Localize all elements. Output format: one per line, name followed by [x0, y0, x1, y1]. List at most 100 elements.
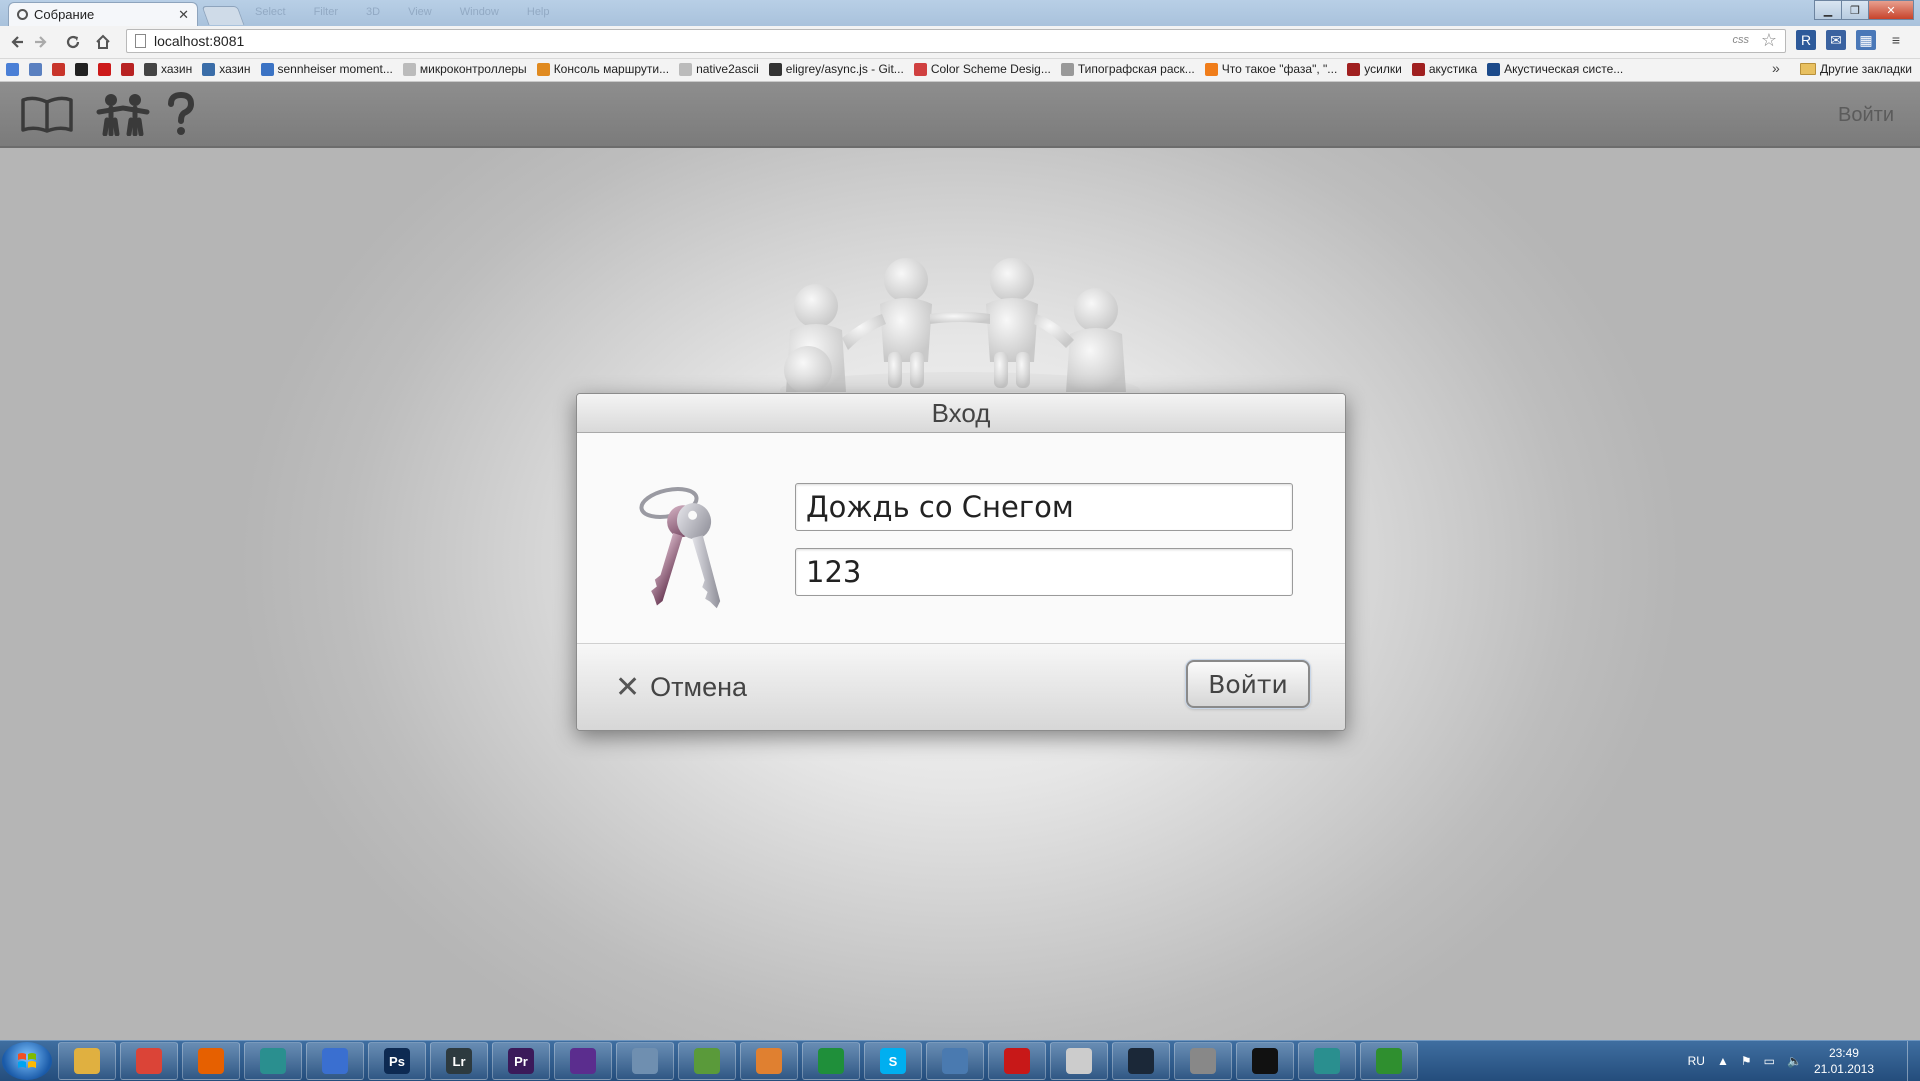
link-icon — [144, 62, 157, 76]
extension-icons: R ✉ ▦ ≡ — [1796, 30, 1906, 50]
cancel-button[interactable]: ✕ Отмена — [615, 670, 747, 705]
google-icon — [6, 62, 19, 76]
bookmark-label: sennheiser moment... — [277, 62, 393, 76]
f-icon — [1411, 62, 1425, 76]
back-button[interactable] — [6, 31, 28, 53]
question-icon[interactable] — [166, 92, 196, 136]
taskbar-app-button[interactable] — [120, 1042, 178, 1080]
taskbar-app-button[interactable] — [926, 1042, 984, 1080]
username-input[interactable] — [795, 483, 1293, 531]
ghost-menu-item: Select — [255, 6, 286, 18]
taskbar-app-button[interactable] — [988, 1042, 1046, 1080]
more-bookmarks-chevron-icon[interactable]: » — [1772, 60, 1780, 76]
cancel-label: Отмена — [650, 672, 748, 702]
windows-live-icon — [756, 1048, 782, 1074]
header-login-link[interactable]: Войти — [1838, 104, 1894, 127]
mail-icon[interactable]: ✉ — [1826, 30, 1846, 50]
taskbar-app-button[interactable] — [182, 1042, 240, 1080]
taskbar-app-button[interactable] — [678, 1042, 736, 1080]
clock[interactable]: 23:49 21.01.2013 — [1814, 1045, 1874, 1077]
loading-icon — [17, 9, 28, 20]
flag-icon[interactable]: ⚑ — [1741, 1054, 1752, 1068]
bookmark-item[interactable] — [29, 62, 42, 76]
bookmark-item[interactable]: Консоль маршрути... — [536, 62, 669, 76]
bookmark-star-icon[interactable]: ☆ — [1761, 30, 1777, 51]
bookmark-item[interactable] — [98, 62, 111, 76]
bookmark-item[interactable]: усилки — [1347, 62, 1402, 76]
login-button[interactable]: Войти — [1186, 660, 1310, 708]
tray-expand-icon[interactable]: ▲ — [1717, 1054, 1729, 1068]
taskbar-app-button[interactable] — [554, 1042, 612, 1080]
r-extension-icon[interactable]: R — [1796, 30, 1816, 50]
taskbar-app-button[interactable] — [1236, 1042, 1294, 1080]
login-dialog: Вход ✕ — [576, 393, 1346, 731]
bookmark-item[interactable]: eligrey/async.js - Git... — [768, 62, 904, 76]
disk-icon — [632, 1048, 658, 1074]
volume-icon[interactable]: 🔈 — [1787, 1054, 1802, 1068]
taskbar-app-button[interactable]: Lr — [430, 1042, 488, 1080]
bookmark-item[interactable]: sennheiser moment... — [260, 62, 393, 76]
bookmark-item[interactable]: Color Scheme Desig... — [913, 62, 1051, 76]
new-tab-button[interactable] — [201, 6, 245, 25]
bookmark-item[interactable]: акустика — [1411, 62, 1477, 76]
window-close-button[interactable]: ✕ — [1868, 0, 1914, 20]
maximize-button[interactable]: ❐ — [1841, 0, 1869, 20]
forward-button[interactable] — [30, 31, 52, 53]
menu-icon[interactable]: ≡ — [1886, 30, 1906, 50]
taskbar-app-button[interactable] — [616, 1042, 674, 1080]
home-button[interactable] — [92, 31, 114, 53]
bookmark-item[interactable]: хазин — [144, 62, 192, 76]
people-icon[interactable] — [96, 92, 150, 136]
ghost-menu-item: Filter — [313, 6, 339, 18]
bookmark-item[interactable] — [6, 62, 19, 76]
tab-close-icon[interactable]: ✕ — [178, 7, 189, 23]
bookmarks-bar: хазин хазин sennheiser moment... микроконтр… — [0, 59, 1920, 82]
network-tray-icon[interactable]: ▭ — [1764, 1054, 1775, 1068]
bookmark-item[interactable] — [121, 62, 134, 76]
windows-taskbar: Ps Lr Pr S RU ▲ ⚑ ▭ 🔈 23:49 21.01.2013 — [0, 1040, 1920, 1081]
taskbar-app-button[interactable] — [802, 1042, 860, 1080]
bookmark-item[interactable]: Акустическая систе... — [1487, 62, 1623, 76]
clock-time: 23:49 — [1828, 1046, 1859, 1060]
console-icon — [1252, 1048, 1278, 1074]
reload-button[interactable] — [62, 31, 84, 53]
start-button[interactable] — [2, 1042, 52, 1080]
taskbar-app-button[interactable] — [1298, 1042, 1356, 1080]
address-bar[interactable]: localhost:8081 css ☆ — [126, 29, 1786, 53]
tab-sobranie[interactable]: Собрание ✕ — [8, 2, 198, 26]
firefox-icon — [198, 1048, 224, 1074]
taskbar-app-button[interactable] — [1112, 1042, 1170, 1080]
taskbar-app-button[interactable] — [306, 1042, 364, 1080]
bookmark-item[interactable]: Типографская раск... — [1060, 62, 1195, 76]
taskbar-app-button[interactable]: Pr — [492, 1042, 550, 1080]
h-icon — [29, 62, 42, 76]
bookmark-label: хазин — [219, 62, 251, 76]
book-icon[interactable] — [20, 92, 74, 136]
taskbar-app-button[interactable] — [1360, 1042, 1418, 1080]
other-bookmarks[interactable]: Другие закладки — [1800, 62, 1912, 76]
taskbar-app-button[interactable] — [58, 1042, 116, 1080]
bookmark-item[interactable] — [75, 62, 88, 76]
github-icon — [768, 62, 782, 76]
taskbar-app-button[interactable] — [1050, 1042, 1108, 1080]
address-text: localhost:8081 — [154, 33, 245, 49]
bookmark-item[interactable]: микроконтроллеры — [402, 62, 527, 76]
minimize-button[interactable]: ▁ — [1814, 0, 1842, 20]
bookmark-item[interactable]: native2ascii — [679, 62, 759, 76]
taskbar-app-button[interactable]: Ps — [368, 1042, 426, 1080]
taskbar-app-button[interactable]: S — [864, 1042, 922, 1080]
show-desktop-button[interactable] — [1907, 1041, 1920, 1081]
app-viewport: Войти Вход Дождь со Снегом 123 ✕ Отмена … — [0, 82, 1920, 1040]
language-indicator[interactable]: RU — [1688, 1054, 1705, 1068]
taskbar-app-button[interactable] — [740, 1042, 798, 1080]
password-input[interactable] — [795, 548, 1293, 596]
bookmark-item[interactable]: Что такое "фаза", "... — [1204, 62, 1337, 76]
window-extension-icon[interactable]: ▦ — [1856, 30, 1876, 50]
bookmark-label: хазин — [161, 62, 193, 76]
close-icon: ✕ — [615, 671, 641, 704]
css-badge[interactable]: css — [1733, 34, 1750, 46]
taskbar-app-button[interactable] — [244, 1042, 302, 1080]
bookmark-item[interactable] — [52, 62, 65, 76]
taskbar-app-button[interactable] — [1174, 1042, 1232, 1080]
bookmark-item[interactable]: хазин — [202, 62, 251, 76]
